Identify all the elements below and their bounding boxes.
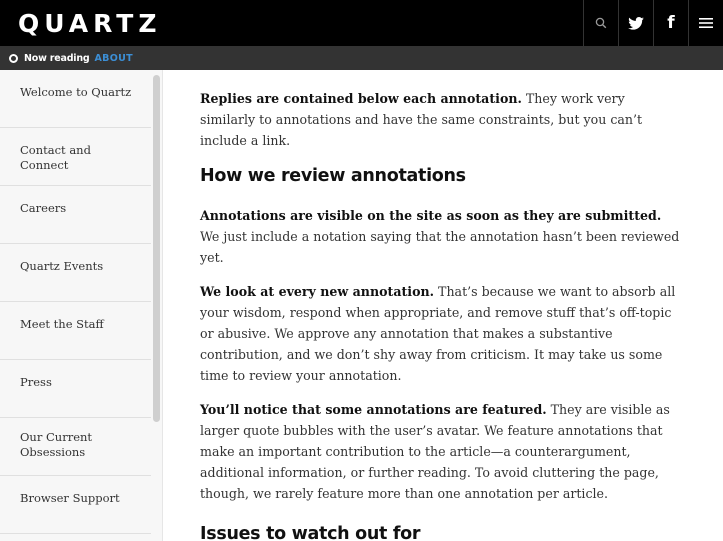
now-reading-label: Now reading	[24, 52, 90, 64]
sidebar-item-browser-support[interactable]: Browser Support	[0, 476, 151, 534]
paragraph-lead: You’ll notice that some annotations are …	[200, 402, 547, 417]
paragraph-lead: Annotations are visible on the site as s…	[200, 208, 662, 223]
paragraph-text: We just include a notation saying that t…	[200, 229, 680, 265]
facebook-icon[interactable]: f	[653, 0, 688, 46]
search-icon[interactable]	[583, 0, 618, 46]
sidebar-item-events[interactable]: Quartz Events	[0, 244, 151, 302]
header-icons: f	[583, 0, 723, 46]
article-body: Replies are contained below each annotat…	[200, 88, 680, 541]
menu-icon[interactable]	[688, 0, 723, 46]
paragraph-lead: Replies are contained below each annotat…	[200, 91, 522, 106]
sidebar: Welcome to Quartz Contact and Connect Ca…	[0, 70, 163, 541]
heading-issues: Issues to watch out for	[200, 524, 421, 541]
sidebar-item-careers[interactable]: Careers	[0, 186, 151, 244]
paragraph-featured: You’ll notice that some annotations are …	[200, 399, 680, 504]
paragraph-replies: Replies are contained below each annotat…	[200, 88, 680, 151]
sidebar-scrollbar-thumb[interactable]	[153, 75, 160, 422]
top-bar: QUARTZ f	[0, 0, 723, 46]
quartz-logo[interactable]: QUARTZ	[18, 9, 161, 39]
heading-review-annotations: How we review annotations	[200, 166, 466, 186]
sidebar-item-welcome[interactable]: Welcome to Quartz	[0, 70, 151, 128]
now-reading-bar: Now reading ABOUT	[0, 46, 723, 70]
twitter-icon[interactable]	[618, 0, 653, 46]
paragraph-review-policy: We look at every new annotation. That’s …	[200, 281, 680, 386]
sidebar-item-staff[interactable]: Meet the Staff	[0, 302, 151, 360]
sidebar-item-obsessions[interactable]: Our Current Obsessions	[0, 418, 151, 476]
now-reading-icon	[9, 53, 18, 63]
sidebar-list: Welcome to Quartz Contact and Connect Ca…	[0, 70, 151, 534]
now-reading-section-link[interactable]: ABOUT	[95, 53, 133, 64]
paragraph-visibility: Annotations are visible on the site as s…	[200, 205, 680, 268]
paragraph-lead: We look at every new annotation.	[200, 284, 435, 299]
sidebar-item-contact[interactable]: Contact and Connect	[0, 128, 151, 186]
sidebar-item-press[interactable]: Press	[0, 360, 151, 418]
